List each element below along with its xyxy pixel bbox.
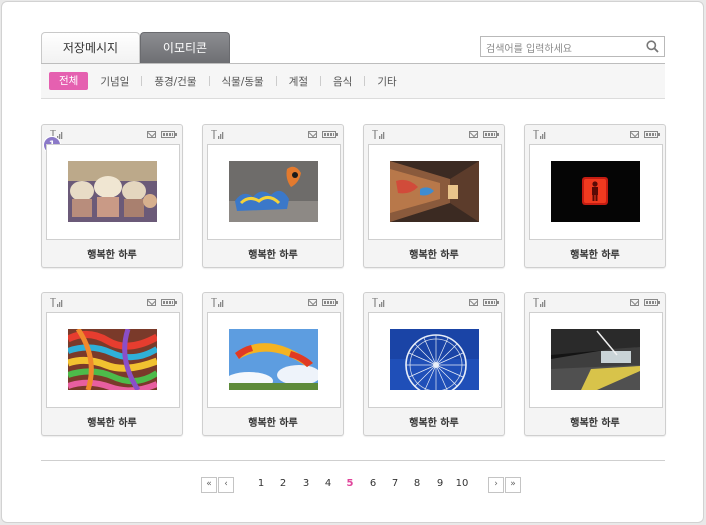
card-caption: 행복한 하루: [570, 418, 620, 429]
category-bar: 전체 기념일 풍경/건물 식물/동물 계절 음식 기타: [41, 64, 665, 99]
pagination: « ‹ 1 2 3 4 5 6 7 8 9 10 › »: [0, 477, 706, 493]
phone-screen: [368, 144, 502, 240]
battery-icon: [483, 131, 499, 138]
signal-icon: [211, 298, 224, 307]
phone-screen: [46, 312, 180, 408]
signal-icon: [211, 130, 224, 139]
category-divider: [141, 76, 143, 86]
battery-icon: [644, 131, 660, 138]
phone-status-bar: [370, 298, 499, 307]
pagination-divider: [41, 460, 665, 461]
next-page-button[interactable]: ›: [488, 477, 504, 493]
battery-icon: [161, 131, 177, 138]
page-number[interactable]: 6: [366, 478, 380, 489]
page-number[interactable]: 9: [433, 478, 447, 489]
page-number[interactable]: 7: [388, 478, 402, 489]
battery-icon: [322, 299, 338, 306]
search-input[interactable]: [481, 40, 641, 59]
graffiti-wall-image: [229, 161, 318, 222]
tab-bar: 저장메시지 이모티콘: [41, 32, 230, 64]
page-number[interactable]: 8: [410, 478, 424, 489]
phone-screen: [529, 144, 663, 240]
page-number[interactable]: 4: [321, 478, 335, 489]
phone-status-bar: [209, 298, 338, 307]
paraglider-sky-image: [229, 329, 318, 390]
mail-icon: [308, 299, 317, 306]
card-caption: 행복한 하루: [87, 250, 137, 261]
signal-icon: [372, 130, 385, 139]
category-scenery-building[interactable]: 풍경/건물: [154, 74, 196, 89]
prev-page-button[interactable]: ‹: [218, 477, 234, 493]
mail-icon: [147, 131, 156, 138]
signal-icon: [50, 298, 63, 307]
phone-screen: [207, 144, 341, 240]
emoticon-card[interactable]: 행복한 하루: [363, 292, 505, 436]
page-number[interactable]: 1: [254, 478, 268, 489]
page-number[interactable]: 2: [276, 478, 290, 489]
category-etc[interactable]: 기타: [377, 74, 396, 89]
emoticon-card[interactable]: 1 행복한 하루: [41, 124, 183, 268]
card-caption: 행복한 하루: [570, 250, 620, 261]
train-station-image: [551, 329, 640, 390]
phone-screen: [46, 144, 180, 240]
mail-icon: [630, 131, 639, 138]
card-caption: 행복한 하루: [87, 418, 137, 429]
emoticon-card[interactable]: 행복한 하루: [202, 124, 344, 268]
page-number[interactable]: 3: [299, 478, 313, 489]
ferris-wheel-image: [390, 329, 479, 390]
phone-status-bar: [531, 298, 660, 307]
emoticon-card[interactable]: 행복한 하루: [202, 292, 344, 436]
mail-icon: [469, 299, 478, 306]
page-number-current[interactable]: 5: [343, 478, 357, 489]
phone-status-bar: [209, 130, 338, 139]
search-box: [480, 36, 665, 59]
mail-icon: [147, 299, 156, 306]
cupcakes-image: [68, 161, 157, 222]
mail-icon: [308, 131, 317, 138]
category-all[interactable]: 전체: [49, 72, 89, 90]
category-plant-animal[interactable]: 식물/동물: [222, 74, 264, 89]
card-caption: 행복한 하루: [409, 418, 459, 429]
colorful-yarn-image: [68, 329, 157, 390]
signal-icon: [533, 298, 546, 307]
card-caption: 행복한 하루: [248, 418, 298, 429]
category-divider: [364, 76, 366, 86]
emoticon-card[interactable]: 행복한 하루: [363, 124, 505, 268]
red-pedestrian-signal-image: [551, 161, 640, 222]
phone-screen: [529, 312, 663, 408]
card-caption: 행복한 하루: [409, 250, 459, 261]
battery-icon: [483, 299, 499, 306]
battery-icon: [322, 131, 338, 138]
graffiti-tunnel-image: [390, 161, 479, 222]
phone-status-bar: [370, 130, 499, 139]
phone-status-bar: [531, 130, 660, 139]
phone-status-bar: [48, 130, 177, 139]
signal-icon: [372, 298, 385, 307]
tab-emoticons[interactable]: 이모티콘: [140, 32, 230, 64]
phone-screen: [368, 312, 502, 408]
search-icon[interactable]: [646, 40, 659, 53]
mail-icon: [469, 131, 478, 138]
tab-saved-messages[interactable]: 저장메시지: [41, 32, 140, 64]
phone-status-bar: [48, 298, 177, 307]
category-anniversary[interactable]: 기념일: [100, 74, 129, 89]
category-season[interactable]: 계절: [289, 74, 308, 89]
category-divider: [320, 76, 322, 86]
category-divider: [208, 76, 210, 86]
category-food[interactable]: 음식: [333, 74, 352, 89]
battery-icon: [161, 299, 177, 306]
page-number[interactable]: 10: [452, 478, 472, 489]
phone-screen: [207, 312, 341, 408]
emoticon-card[interactable]: 행복한 하루: [524, 124, 666, 268]
signal-icon: [533, 130, 546, 139]
first-page-button[interactable]: «: [201, 477, 217, 493]
battery-icon: [644, 299, 660, 306]
last-page-button[interactable]: »: [505, 477, 521, 493]
card-caption: 행복한 하루: [248, 250, 298, 261]
emoticon-card[interactable]: 행복한 하루: [41, 292, 183, 436]
category-divider: [275, 76, 277, 86]
emoticon-card[interactable]: 행복한 하루: [524, 292, 666, 436]
mail-icon: [630, 299, 639, 306]
